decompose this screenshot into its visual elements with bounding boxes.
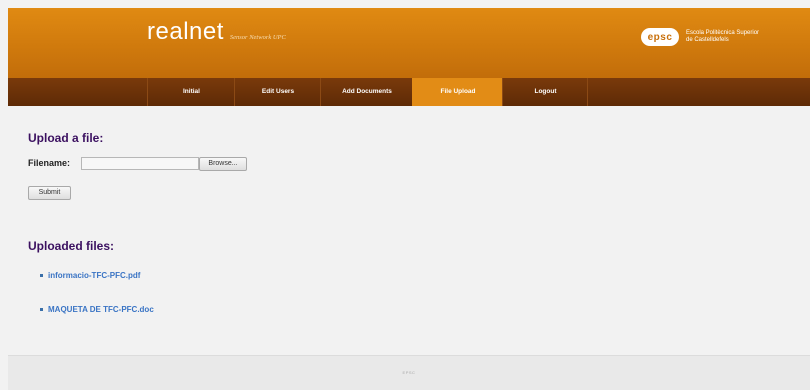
file-link[interactable]: MAQUETA DE TFC-PFC.doc — [48, 305, 154, 314]
upload-title: Upload a file: — [28, 131, 104, 145]
list-item: informacio-TFC-PFC.pdf — [40, 271, 140, 280]
partner-logo-block: epsc Escola Politècnica Superior de Cast… — [641, 28, 759, 46]
filename-input[interactable] — [81, 157, 199, 170]
filename-label: Filename: — [28, 158, 71, 168]
brand-name[interactable]: realnet — [147, 18, 224, 46]
uploaded-files-title: Uploaded files: — [28, 239, 115, 253]
file-link[interactable]: informacio-TFC-PFC.pdf — [48, 271, 140, 280]
site-header: realnet Sensor Network UPC epsc Escola P… — [8, 8, 810, 78]
main-nav: Initial Edit Users Add Documents File Up… — [8, 78, 810, 106]
epsc-logo[interactable]: epsc — [641, 28, 679, 46]
brand: realnet Sensor Network UPC — [147, 18, 286, 46]
brand-subtitle: Sensor Network UPC — [229, 34, 286, 41]
nav-initial[interactable]: Initial — [147, 78, 235, 106]
partner-name: Escola Politècnica Superior de Castellde… — [686, 30, 760, 43]
bullet-icon — [40, 308, 43, 311]
bullet-icon — [40, 274, 43, 277]
nav-logout[interactable]: Logout — [502, 78, 588, 106]
submit-button[interactable]: Submit — [28, 186, 71, 200]
site-footer: EPSC — [8, 355, 810, 390]
nav-add-documents[interactable]: Add Documents — [320, 78, 413, 106]
browse-button[interactable]: Browse... — [199, 157, 247, 171]
nav-edit-users[interactable]: Edit Users — [234, 78, 321, 106]
nav-file-upload[interactable]: File Upload — [412, 78, 503, 106]
footer-text: EPSC — [402, 370, 416, 375]
nav-divider — [587, 78, 588, 106]
list-item: MAQUETA DE TFC-PFC.doc — [40, 305, 154, 314]
